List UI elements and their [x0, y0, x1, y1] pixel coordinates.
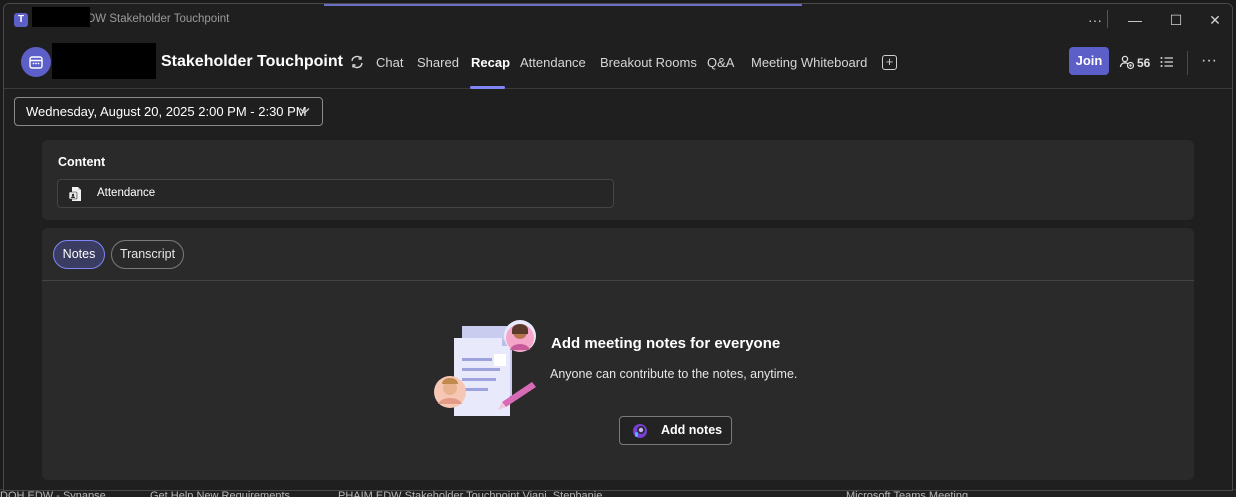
transcript-tab[interactable]: Transcript — [111, 240, 184, 269]
add-notes-button[interactable]: Add notes — [619, 416, 732, 445]
loop-icon — [633, 424, 647, 438]
meeting-date-value: Wednesday, August 20, 2025 2:00 PM - 2:3… — [26, 104, 307, 119]
more-options-icon[interactable]: ··· — [1198, 51, 1220, 71]
calendar-icon — [21, 47, 51, 77]
teams-logo-icon: T — [14, 13, 28, 27]
minimize-button[interactable]: — — [1118, 8, 1152, 32]
notes-panel: Notes Transcript Add meeting notes for e… — [42, 228, 1194, 480]
title-bar-accent — [324, 4, 802, 6]
redacted-block — [32, 7, 90, 27]
tab-attendance[interactable]: Attendance — [520, 55, 586, 70]
people-icon — [1119, 55, 1135, 70]
meeting-title: Stakeholder Touchpoint — [161, 53, 343, 70]
maximize-button[interactable]: ☐ — [1159, 8, 1193, 32]
attendance-report-icon — [68, 187, 81, 201]
sync-icon[interactable] — [349, 54, 365, 70]
redacted-block — [52, 43, 156, 79]
content-heading: Content — [58, 155, 106, 169]
title-bar: T DW Stakeholder Touchpoint ··· — ☐ ✕ — [4, 4, 1232, 35]
tab-qa[interactable]: Q&A — [707, 55, 734, 70]
notes-divider — [42, 280, 1194, 281]
notes-tab[interactable]: Notes — [53, 240, 105, 269]
tab-chat[interactable]: Chat — [376, 55, 403, 70]
window-title: DW Stakeholder Touchpoint — [87, 13, 230, 25]
active-tab-indicator — [470, 86, 505, 89]
meeting-header: Stakeholder Touchpoint Chat Shared Recap… — [4, 35, 1232, 89]
notes-empty-subtext: Anyone can contribute to the notes, anyt… — [550, 367, 798, 381]
add-tab-icon[interactable]: + — [882, 55, 897, 70]
list-icon[interactable] — [1159, 54, 1175, 70]
participants-button[interactable]: 56 — [1119, 54, 1150, 72]
attendance-report-item[interactable]: Attendance — [57, 179, 614, 208]
chevron-down-icon — [299, 108, 310, 114]
meeting-date-dropdown[interactable]: Wednesday, August 20, 2025 2:00 PM - 2:3… — [14, 97, 323, 126]
attendance-label: Attendance — [97, 187, 156, 199]
add-notes-label: Add notes — [661, 423, 723, 437]
content-panel: Content Attendance — [42, 140, 1194, 220]
tab-recap[interactable]: Recap — [471, 55, 510, 70]
header-divider — [1187, 51, 1188, 75]
participant-count: 56 — [1137, 56, 1151, 70]
title-bar-divider — [1107, 10, 1108, 28]
tab-shared[interactable]: Shared — [417, 55, 459, 70]
teams-meeting-window: T DW Stakeholder Touchpoint ··· — ☐ ✕ St… — [3, 3, 1233, 491]
notes-empty-heading: Add meeting notes for everyone — [551, 335, 781, 352]
close-button[interactable]: ✕ — [1198, 8, 1232, 32]
tab-meeting-whiteboard[interactable]: Meeting Whiteboard — [751, 55, 867, 70]
meeting-notes-illustration — [434, 320, 536, 416]
join-button[interactable]: Join — [1069, 47, 1109, 75]
tab-breakout-rooms[interactable]: Breakout Rooms — [600, 55, 697, 70]
